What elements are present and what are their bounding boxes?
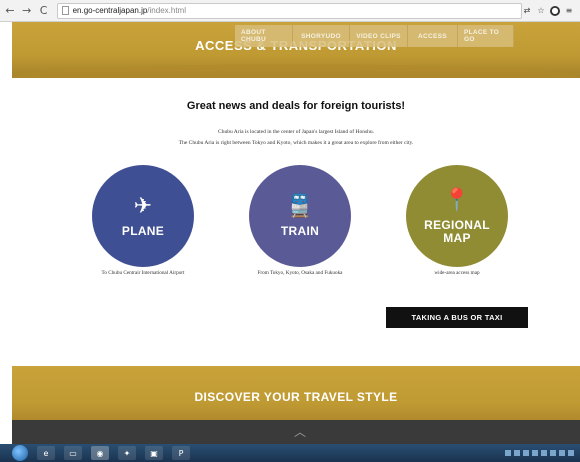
url-host: en.go-centraljapan.jp: [72, 6, 148, 15]
tray-icon[interactable]: [550, 450, 556, 456]
explorer-taskbar-icon[interactable]: ▭: [64, 446, 82, 460]
menu-icon[interactable]: ≡: [564, 6, 574, 16]
star-icon[interactable]: ☆: [536, 6, 546, 16]
reload-button[interactable]: C: [37, 4, 51, 18]
map-pin-icon: 📍: [443, 187, 471, 213]
tray-icon[interactable]: [505, 450, 511, 456]
intro-text-line-2: The Chubu Aria is right between Tokyo an…: [178, 140, 414, 146]
url-path: /index.html: [147, 6, 186, 15]
back-button[interactable]: ←: [3, 4, 17, 18]
plane-card[interactable]: ✈ PLANE: [92, 165, 194, 267]
extension-icon[interactable]: ●: [550, 5, 560, 16]
nav-place-to-go[interactable]: PLACE TO GO: [458, 25, 514, 47]
page-headline: Great news and deals for foreign tourist…: [186, 100, 406, 112]
system-tray: [505, 450, 574, 456]
tray-icon[interactable]: [559, 450, 565, 456]
nav-video-clips[interactable]: VIDEO CLIPS: [350, 25, 408, 47]
app-taskbar-icon[interactable]: ✦: [118, 446, 136, 460]
bus-taxi-button[interactable]: TAKING A BUS OR TAXI: [386, 307, 528, 328]
regional-map-card[interactable]: 📍 REGIONAL MAP: [406, 165, 508, 267]
tray-icon[interactable]: [541, 450, 547, 456]
tray-icon[interactable]: [514, 450, 520, 456]
nav-shoryudo[interactable]: SHORYUDO: [293, 25, 350, 47]
tray-icon[interactable]: [532, 450, 538, 456]
discover-title: DISCOVER YOUR TRAVEL STYLE: [194, 390, 398, 404]
regional-map-caption: wide-area access map: [434, 270, 480, 276]
start-button[interactable]: [12, 445, 28, 461]
folder-taskbar-icon[interactable]: ▣: [145, 446, 163, 460]
regional-map-label: REGIONAL MAP: [424, 217, 490, 245]
forward-button[interactable]: →: [20, 4, 34, 18]
plane-caption: To Chubu Centrair International Airport: [101, 270, 185, 276]
browser-toolbar: ← → C en.go-centraljapan.jp /index.html …: [0, 0, 580, 22]
address-bar[interactable]: en.go-centraljapan.jp /index.html: [56, 2, 522, 19]
train-caption: From Tokyo, Kyoto, Osaka and Fukuoka: [257, 270, 343, 276]
browser-actions: ⇄ ☆ ● ≡: [522, 5, 574, 16]
nav-access[interactable]: ACCESS: [408, 25, 458, 47]
train-label: TRAIN: [280, 224, 320, 238]
scroll-up-icon[interactable]: ︿: [289, 426, 311, 438]
os-taskbar: e ▭ ◉ ✦ ▣ P: [0, 444, 580, 462]
top-navigation: ABOUT CHUBU SHORYUDO VIDEO CLIPS ACCESS …: [235, 25, 514, 47]
train-card[interactable]: 🚆 TRAIN: [249, 165, 351, 267]
translate-icon[interactable]: ⇄: [522, 6, 532, 16]
page-icon: [61, 6, 69, 15]
ie-taskbar-icon[interactable]: e: [37, 446, 55, 460]
powerpoint-taskbar-icon[interactable]: P: [172, 446, 190, 460]
chrome-taskbar-icon[interactable]: ◉: [91, 446, 109, 460]
hero-wave: [12, 64, 580, 78]
tray-icon[interactable]: [568, 450, 574, 456]
nav-about-chubu[interactable]: ABOUT CHUBU: [235, 25, 293, 47]
discover-banner: DISCOVER YOUR TRAVEL STYLE: [12, 366, 580, 420]
train-icon: 🚆: [286, 194, 314, 219]
intro-text-line-1: Chubu Aria is located in the center of J…: [218, 129, 374, 135]
tray-icon[interactable]: [523, 450, 529, 456]
plane-label: PLANE: [121, 224, 165, 238]
plane-icon: ✈: [133, 194, 153, 219]
